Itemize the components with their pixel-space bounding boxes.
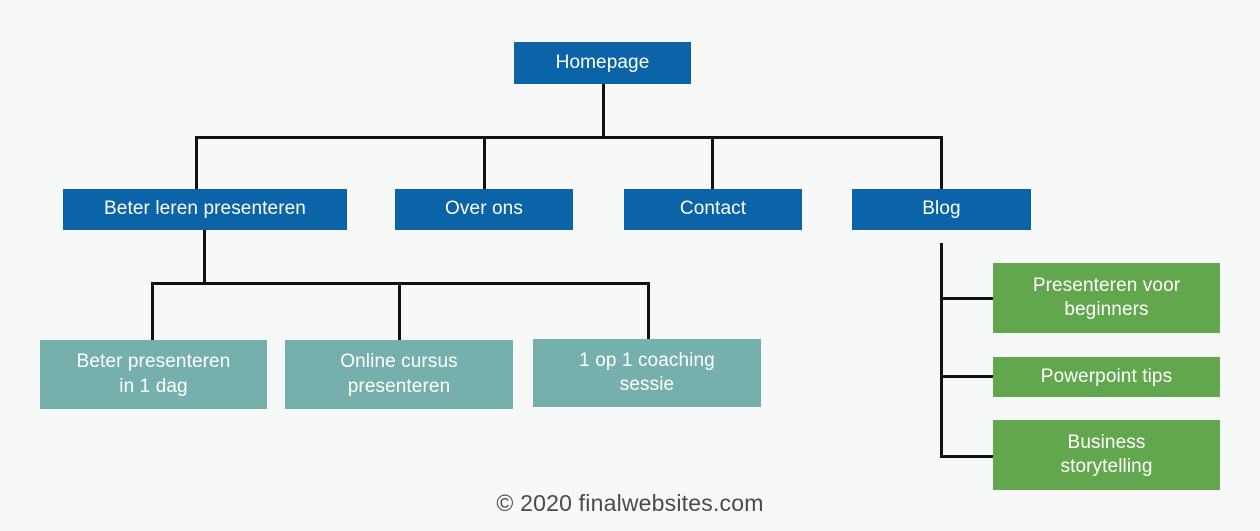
connector-drop-contact: [711, 136, 714, 189]
node-online-cursus-presenteren[interactable]: Online cursus presenteren: [285, 340, 513, 409]
node-line-2: presenteren: [347, 375, 451, 397]
connector-drop-blog: [940, 136, 943, 189]
node-over-ons-label: Over ons: [445, 198, 523, 220]
node-line-2: in 1 dag: [119, 375, 188, 397]
node-presenteren-voor-beginners[interactable]: Presenteren voor beginners: [993, 263, 1220, 333]
node-1-op-1-coaching-sessie-label: 1 op 1 coaching sessie: [579, 349, 715, 398]
node-line-1: 1 op 1 coaching: [579, 349, 715, 371]
connector-drop-over-ons: [483, 136, 486, 189]
node-online-cursus-presenteren-label: Online cursus presenteren: [340, 350, 457, 399]
node-blog-label: Blog: [922, 198, 961, 220]
connector-root-stem: [602, 84, 605, 138]
node-line-2: beginners: [1064, 299, 1149, 320]
node-over-ons[interactable]: Over ons: [395, 189, 573, 230]
connector-arm-presenteren-voor-beginners: [940, 297, 993, 300]
node-presenteren-voor-beginners-label: Presenteren voor beginners: [1033, 274, 1180, 323]
node-line-1: Online cursus: [340, 351, 458, 373]
connector-arm-business-storytelling: [940, 455, 993, 458]
connector-drop-beter-leren: [195, 136, 198, 189]
node-business-storytelling-label: Business storytelling: [1060, 431, 1152, 480]
sitemap-diagram: Homepage Beter leren presenteren Over on…: [0, 0, 1260, 531]
node-powerpoint-tips-label: Powerpoint tips: [1040, 365, 1173, 387]
connector-blog-spine: [940, 243, 943, 458]
node-beter-leren-presenteren[interactable]: Beter leren presenteren: [63, 189, 347, 230]
connector-drop-coaching: [647, 282, 650, 340]
node-blog[interactable]: Blog: [852, 189, 1031, 230]
connector-arm-powerpoint-tips: [940, 375, 993, 378]
node-business-storytelling[interactable]: Business storytelling: [993, 420, 1220, 490]
node-line-2: sessie: [619, 374, 675, 395]
node-beter-presenteren-in-1-dag[interactable]: Beter presenteren in 1 dag: [40, 340, 267, 409]
node-line-1: Business: [1067, 431, 1146, 453]
node-homepage[interactable]: Homepage: [514, 42, 691, 84]
node-contact[interactable]: Contact: [624, 189, 802, 230]
node-homepage-label: Homepage: [555, 51, 650, 73]
node-beter-presenteren-in-1-dag-label: Beter presenteren in 1 dag: [77, 350, 231, 399]
node-powerpoint-tips[interactable]: Powerpoint tips: [993, 357, 1220, 397]
node-beter-leren-presenteren-label: Beter leren presenteren: [104, 198, 306, 220]
connector-drop-beter-presenteren: [151, 282, 154, 340]
connector-level2-bus: [195, 136, 943, 139]
footer-credit: © 2020 finalwebsites.com: [496, 490, 764, 516]
connector-beter-leren-stem: [203, 230, 206, 285]
node-line-2: storytelling: [1060, 456, 1153, 477]
node-line-1: Beter presenteren: [76, 351, 231, 373]
node-contact-label: Contact: [679, 198, 747, 220]
node-1-op-1-coaching-sessie[interactable]: 1 op 1 coaching sessie: [533, 339, 761, 407]
connector-drop-online-cursus: [398, 282, 401, 340]
node-line-1: Presenteren voor: [1032, 274, 1181, 296]
